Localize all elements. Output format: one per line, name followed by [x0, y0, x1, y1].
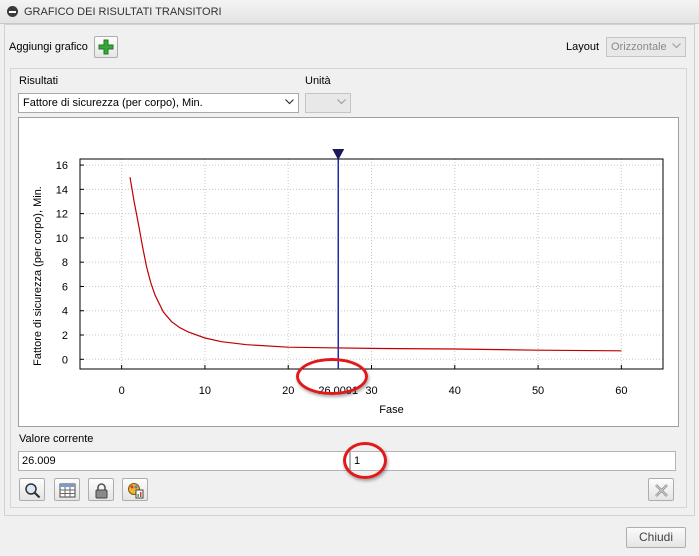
series-line — [129, 177, 622, 352]
plus-icon — [98, 39, 114, 55]
results-value: Fattore di sicurezza (per corpo), Min. — [23, 97, 203, 109]
table-icon — [59, 483, 76, 498]
chevron-down-icon — [337, 99, 346, 105]
x-tick-label: 50 — [532, 385, 544, 397]
title-bar: GRAFICO DEI RISULTATI TRANSITORI — [0, 0, 699, 24]
unit-select[interactable] — [305, 93, 351, 113]
layout-label: Layout — [566, 41, 600, 53]
chart-options-button[interactable] — [122, 478, 148, 501]
current-value-field[interactable]: 26.009 — [18, 451, 350, 471]
zoom-button[interactable] — [19, 478, 45, 501]
clear-button[interactable] — [648, 478, 674, 501]
x-tick-label: 30 — [365, 385, 377, 397]
y-tick-label: 6 — [62, 281, 68, 293]
unit-label: Unità — [305, 75, 331, 87]
y-tick-label: 0 — [62, 354, 68, 366]
collapse-icon[interactable] — [7, 6, 18, 17]
table-button[interactable] — [54, 478, 80, 501]
lock-icon — [95, 483, 108, 499]
window-title: GRAFICO DEI RISULTATI TRANSITORI — [24, 6, 222, 18]
y-tick-label: 14 — [56, 184, 68, 196]
add-chart-label: Aggiungi grafico — [9, 41, 88, 53]
x-tick-label: 20 — [282, 385, 294, 397]
lock-button[interactable] — [88, 478, 114, 501]
y-tick-label: 10 — [56, 233, 68, 245]
chevron-down-icon — [672, 43, 681, 49]
results-select[interactable]: Fattore di sicurezza (per corpo), Min. — [18, 93, 299, 113]
step-field-highlight — [343, 442, 387, 479]
cursor-handle-icon — [332, 149, 345, 160]
y-tick-label: 16 — [56, 160, 68, 172]
results-label: Risultati — [19, 75, 59, 87]
y-tick-label: 4 — [62, 306, 68, 318]
layout-value: Orizzontale — [611, 41, 667, 53]
add-chart-button[interactable] — [94, 36, 118, 58]
y-tick-label: 8 — [62, 257, 68, 269]
x-tick-label: 60 — [615, 385, 627, 397]
current-value-label: Valore corrente — [19, 433, 94, 445]
x-tick-label: 10 — [199, 385, 211, 397]
chart-palette-icon — [128, 483, 144, 499]
x-tick-label: 40 — [449, 385, 461, 397]
layout-select[interactable]: Orizzontale — [606, 37, 686, 57]
clear-icon — [655, 484, 668, 497]
close-button[interactable]: Chiudi — [626, 527, 686, 548]
step-field[interactable]: 1 — [350, 451, 676, 471]
x-tick-label: 0 — [119, 385, 125, 397]
zoom-icon — [25, 483, 41, 499]
chevron-down-icon — [285, 99, 294, 105]
current-value-text: 26.009 — [22, 455, 56, 467]
cursor-value-highlight — [296, 358, 368, 395]
y-axis-label: Fattore di sicurezza (per corpo), Min. — [32, 186, 44, 366]
x-axis-label: Fase — [379, 404, 403, 416]
y-tick-label: 12 — [56, 209, 68, 221]
y-tick-label: 2 — [62, 330, 68, 342]
